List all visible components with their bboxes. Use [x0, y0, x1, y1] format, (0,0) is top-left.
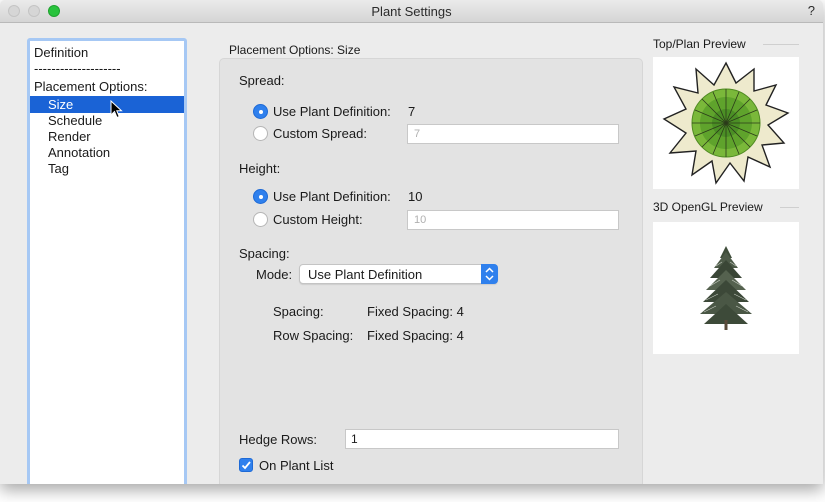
select-stepper-icon: [481, 264, 498, 284]
spread-use-definition-radio[interactable]: [253, 104, 268, 119]
height-heading: Height:: [239, 161, 281, 176]
plant-settings-window: Plant Settings ? Definition ------------…: [0, 0, 823, 484]
custom-spread-field[interactable]: 7: [407, 124, 619, 144]
sidebar-separator: --------------------: [34, 61, 121, 76]
spacing-mode-label: Mode:: [256, 267, 293, 282]
spacing-heading: Spacing:: [239, 246, 290, 261]
custom-height-label[interactable]: Custom Height:: [273, 212, 363, 227]
plant-plan-symbol-icon: [662, 61, 790, 185]
title-bar: Plant Settings ?: [0, 0, 823, 23]
checkmark-icon: [241, 461, 251, 470]
opengl-preview: [653, 222, 799, 354]
settings-category-list[interactable]: Definition -------------------- Placemen…: [27, 38, 187, 484]
sidebar-item-definition[interactable]: Definition: [34, 45, 88, 60]
on-plant-list-label[interactable]: On Plant List: [259, 458, 333, 473]
hedge-rows-label: Hedge Rows:: [239, 432, 318, 447]
on-plant-list-checkbox[interactable]: [239, 458, 253, 472]
preview-divider: [763, 44, 799, 45]
spacing-mode-value: Use Plant Definition: [308, 267, 423, 282]
custom-spread-label[interactable]: Custom Spread:: [273, 126, 367, 141]
opengl-preview-label: 3D OpenGL Preview: [653, 200, 763, 214]
spread-use-definition-label[interactable]: Use Plant Definition:: [273, 104, 391, 119]
section-title: Placement Options: Size: [229, 43, 361, 57]
spacing-value: Fixed Spacing: 4: [367, 304, 464, 319]
sidebar-item-size[interactable]: Size: [48, 97, 73, 112]
height-definition-value: 10: [408, 189, 423, 204]
custom-spread-radio[interactable]: [253, 126, 268, 141]
spacing-label: Spacing:: [273, 304, 324, 319]
help-button[interactable]: ?: [808, 3, 815, 18]
preview-divider: [780, 207, 799, 208]
sidebar-item-placement-options[interactable]: Placement Options:: [34, 79, 147, 94]
hedge-rows-field[interactable]: 1: [345, 429, 619, 449]
top-plan-preview-label: Top/Plan Preview: [653, 37, 746, 51]
height-use-definition-radio[interactable]: [253, 189, 268, 204]
height-use-definition-label[interactable]: Use Plant Definition:: [273, 189, 391, 204]
mouse-cursor-icon: [110, 100, 123, 119]
spread-heading: Spread:: [239, 73, 285, 88]
custom-height-field[interactable]: 10: [407, 210, 619, 230]
sidebar-item-schedule[interactable]: Schedule: [48, 113, 102, 128]
row-spacing-label: Row Spacing:: [273, 328, 354, 343]
sidebar-item-annotation[interactable]: Annotation: [48, 145, 110, 160]
spacing-mode-select[interactable]: Use Plant Definition: [299, 264, 498, 284]
top-plan-preview: [653, 57, 799, 189]
row-spacing-value: Fixed Spacing: 4: [367, 328, 464, 343]
sidebar-item-render[interactable]: Render: [48, 129, 91, 144]
window-title: Plant Settings: [371, 4, 452, 19]
custom-height-radio[interactable]: [253, 212, 268, 227]
spread-definition-value: 7: [408, 104, 416, 119]
sidebar-item-tag[interactable]: Tag: [48, 161, 69, 176]
conifer-tree-icon: [700, 246, 752, 330]
